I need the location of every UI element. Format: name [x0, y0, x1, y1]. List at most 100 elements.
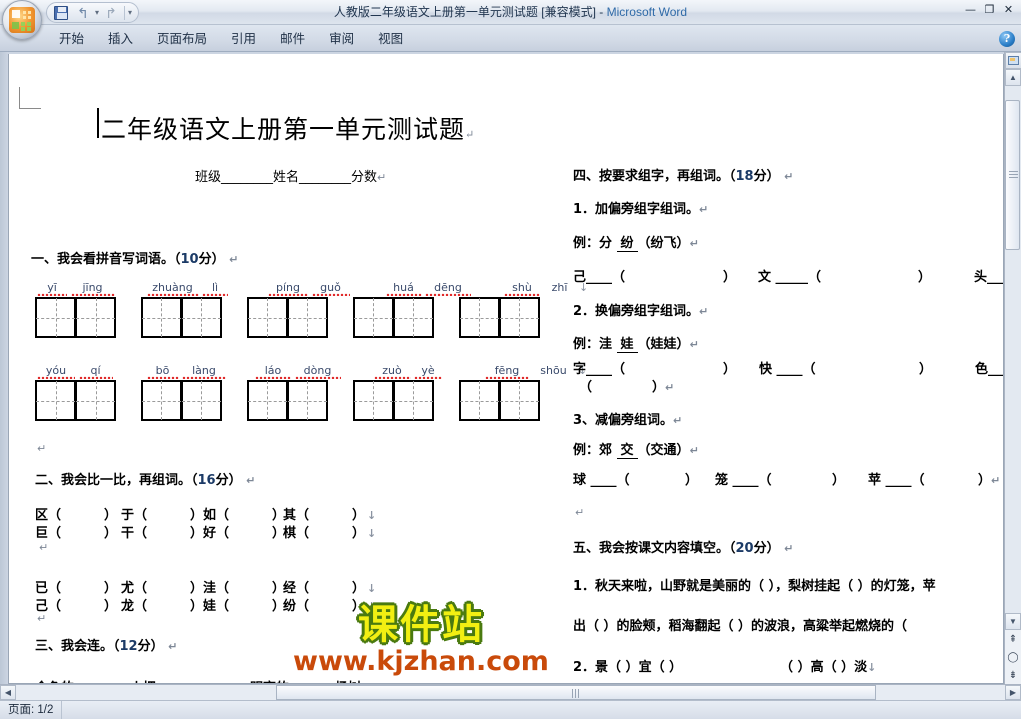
section-4-sub-3-items: 球 ____（）笼 ____（）苹 ____（ ）↵ [573, 469, 1000, 488]
horizontal-scroll-thumb[interactable] [276, 685, 876, 700]
tianzige-cell[interactable] [180, 297, 222, 338]
section-1-heading: 一、我会看拼音写词语。（10分） ↵ [31, 248, 238, 267]
tab-view[interactable]: 视图 [367, 29, 414, 51]
tianzige-cell[interactable] [498, 297, 540, 338]
close-paren: ） [272, 526, 286, 541]
close-paren: ） [352, 508, 366, 523]
office-button[interactable] [2, 0, 42, 40]
tianzige-pair [458, 380, 540, 421]
save-icon [54, 5, 68, 20]
tianzige-cell[interactable] [75, 380, 116, 421]
section-2-heading-text: 二、我会比一比，再组词。（ [35, 473, 198, 488]
scroll-down-button[interactable]: ▼ [1005, 613, 1021, 630]
section-1-heading-text: 一、我会看拼音写词语。（ [31, 252, 181, 267]
section-2-heading-tail: 分） [215, 473, 242, 488]
undo-button[interactable]: ↰ [73, 4, 93, 22]
help-icon[interactable]: ? [999, 31, 1015, 47]
close-paren: ） [918, 270, 932, 285]
section-2-row-1-closers: ） ） ） ） [104, 504, 436, 523]
tianzige-cell[interactable] [140, 380, 182, 421]
example-tail: （纷飞） [637, 236, 690, 251]
tianzige-cell[interactable] [180, 380, 222, 421]
section-4-sub-3-label: 3、减偏旁组词。↵ [573, 409, 682, 428]
pinyin-li: lì [202, 281, 228, 296]
close-paren: ） [104, 599, 118, 614]
pinyin-ye: yè [414, 364, 442, 379]
paragraph-mark: ↵ [37, 443, 47, 455]
tianzige-cell[interactable] [246, 380, 288, 421]
select-browse-object-button[interactable]: ◯ [1005, 649, 1021, 665]
title-bar: ↰ ▾ ↱ ▾ 人教版二年级语文上册第一单元测试题 [兼容模式] - Micro… [0, 0, 1021, 40]
paragraph-mark: ↵ [465, 128, 476, 141]
tianzige-cell[interactable] [352, 380, 394, 421]
match-right-word: 明亮的 [250, 677, 335, 683]
minimize-button[interactable]: — [962, 1, 979, 18]
tab-mailings[interactable]: 邮件 [269, 29, 316, 51]
page-indicator[interactable]: 页面: 1/2 [0, 700, 63, 719]
tianzige-row-1 [35, 297, 540, 338]
section-5-score: 20 [735, 541, 754, 556]
q1-number: 1． [573, 579, 596, 594]
next-object-button[interactable]: ⇟ [1005, 667, 1021, 683]
section-2-score: 16 [197, 473, 216, 488]
tianzige-cell[interactable] [392, 297, 434, 338]
section-3-row-1: 金色的火把明亮的杨树↓ [35, 677, 390, 683]
tianzige-cell[interactable] [35, 297, 76, 338]
pinyin-row-2: yóu qí bō làng láo dòng zuò yè fēng shōu [37, 364, 587, 379]
line-break-mark: ↓ [867, 661, 877, 674]
vertical-scroll-track[interactable] [1004, 86, 1021, 613]
tab-home[interactable]: 开始 [48, 29, 95, 51]
customize-qat-chevron-icon[interactable]: ▾ [128, 8, 132, 17]
tab-page-layout[interactable]: 页面布局 [146, 29, 218, 51]
paragraph-mark: ↵ [377, 171, 387, 184]
section-5-q1-line-1: 1．秋天来啦，山野就是美丽的（ ），梨树挂起（ ）的灯笼，苹 [573, 575, 936, 594]
document-page[interactable]: 二年级语文上册第一单元测试题↵ 班级________姓名________分数↵ … [8, 54, 1004, 684]
scroll-up-button[interactable]: ▲ [1005, 69, 1021, 86]
paragraph-mark: ↵ [673, 414, 683, 427]
section-4-sub-1-items: 己____（ ） 文 _____（ ） 头____（ [573, 266, 1003, 285]
section-2-row-3-closers: ） ） ） ） [104, 577, 436, 596]
scroll-right-button[interactable]: ▶ [1005, 685, 1021, 700]
section-4-sub-2-example: 例：洼 娃（娃娃）↵ [573, 333, 699, 353]
tianzige-cell[interactable] [286, 380, 328, 421]
tianzige-cell[interactable] [286, 297, 328, 338]
example-answer: 娃 [616, 333, 638, 353]
tianzige-cell[interactable] [352, 297, 394, 338]
save-button[interactable] [51, 4, 71, 22]
vertical-scroll-thumb[interactable] [1004, 100, 1020, 250]
restore-button[interactable]: ❐ [981, 1, 998, 18]
redo-button[interactable]: ↱ [101, 4, 121, 22]
close-paren: ） [190, 581, 204, 596]
tianzige-cell[interactable] [35, 380, 76, 421]
student-info-text: 班级________姓名________分数 [195, 170, 378, 185]
undo-dropdown-chevron-icon[interactable]: ▾ [95, 8, 99, 17]
tianzige-cell[interactable] [75, 297, 116, 338]
section-5-heading-tail: 分） [753, 541, 780, 556]
pinyin-deng: dēng [425, 281, 471, 296]
paragraph-mark: ↵ [699, 203, 709, 216]
tab-references[interactable]: 引用 [220, 29, 267, 51]
close-paren: ） [104, 581, 118, 596]
section-1-score: 10 [180, 252, 199, 267]
previous-object-button[interactable]: ⇞ [1005, 631, 1021, 647]
scroll-left-button[interactable]: ◀ [0, 685, 16, 700]
split-document-button[interactable] [1004, 52, 1021, 69]
pinyin-lang: làng [182, 364, 226, 379]
tianzige-cell[interactable] [498, 380, 540, 421]
vertical-scrollbar[interactable]: ▲ ▼ ⇞ ◯ ⇟ [1004, 52, 1021, 684]
tianzige-cell[interactable] [246, 297, 288, 338]
tab-insert[interactable]: 插入 [97, 29, 144, 51]
horizontal-scrollbar[interactable]: ◀ ▶ [0, 684, 1021, 700]
close-button[interactable]: ✕ [1000, 1, 1017, 18]
tianzige-cell[interactable] [392, 380, 434, 421]
tianzige-cell[interactable] [140, 297, 182, 338]
document-icon [1007, 56, 1019, 65]
horizontal-scroll-track[interactable] [16, 685, 1005, 700]
document-title-text: 人教版二年级语文上册第一单元测试题 [兼容模式] [333, 4, 596, 19]
example-answer: 交 [616, 439, 638, 459]
close-paren: ） [723, 270, 737, 285]
tianzige-cell[interactable] [458, 297, 500, 338]
tab-review[interactable]: 审阅 [318, 29, 365, 51]
tianzige-row-2 [35, 380, 540, 421]
tianzige-cell[interactable] [458, 380, 500, 421]
